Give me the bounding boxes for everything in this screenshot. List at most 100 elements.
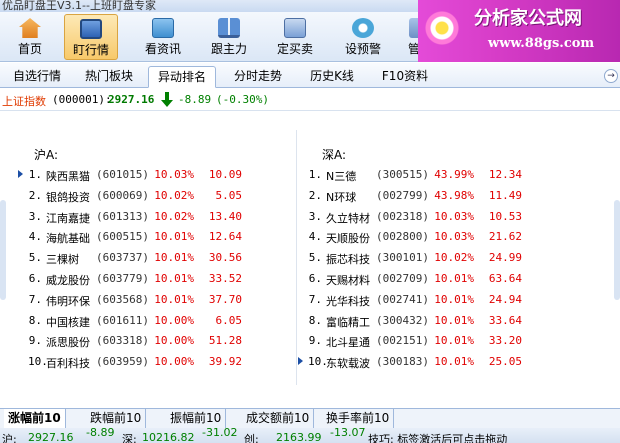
tab-top-amplitude[interactable]: 振幅前10 <box>166 409 227 429</box>
stock-name: N三德 <box>326 170 357 183</box>
row-number: 2. <box>308 188 322 202</box>
stock-code: (002741) <box>376 292 429 306</box>
stock-name: 久立特材 <box>326 211 370 225</box>
sh-table-row[interactable]: 4. 海航基础 (600515) 10.01% 12.64 <box>28 227 258 247</box>
row-number: 6. <box>308 272 322 285</box>
tab-hot-sectors[interactable]: 热门板块 <box>76 66 142 88</box>
row-number: 6. <box>28 272 42 285</box>
window-title: 优品盯盘王V3.1--上班盯盘专家 <box>2 0 156 12</box>
change-pct: 10.01% <box>434 292 474 306</box>
toolbar-alert-button[interactable]: 设预警 <box>336 14 390 60</box>
ranking-tabs: 涨幅前10 跌幅前10 振幅前10 成交额前10 换手率前10 <box>0 408 620 429</box>
tab-f10[interactable]: F10资料 <box>372 66 438 88</box>
sz-table-row[interactable]: 9. 北斗星通 (002151) 10.01% 33.20 <box>308 331 538 351</box>
stock-code: (603318) <box>96 334 149 348</box>
status-sh-change: -8.89 <box>86 428 115 439</box>
tab-kline[interactable]: 历史K线 <box>300 66 364 88</box>
stock-name: 威龙股份 <box>46 274 90 287</box>
tab-top-losers[interactable]: 跌幅前10 <box>86 409 147 429</box>
sz-table-title: 深A: <box>322 148 347 162</box>
trade-icon <box>284 18 306 38</box>
sh-table-row[interactable]: 9. 派思股份 (603318) 10.00% 51.28 <box>28 331 258 351</box>
last-price: 33.64 <box>488 313 522 327</box>
sh-table-row[interactable]: 5. 三棵树 (603737) 10.01% 30.56 <box>28 248 258 268</box>
change-pct: 43.99% <box>434 168 474 181</box>
status-cy-label: 创: <box>244 433 259 443</box>
stock-code: (601015) <box>96 168 149 181</box>
last-price: 25.05 <box>488 355 522 369</box>
toolbar-home-button[interactable]: 首页 <box>4 14 56 60</box>
change-pct: 10.01% <box>154 251 194 265</box>
change-pct: 10.00% <box>154 334 194 348</box>
toolbar-follow-button[interactable]: 跟主力 <box>202 14 256 60</box>
sh-table-row[interactable]: 1. 陕西黑猫 (601015) 10.03% 10.09 <box>28 165 258 185</box>
stock-code: (300515) <box>376 168 429 181</box>
stock-name: 北斗星通 <box>326 336 370 350</box>
sh-table-row[interactable]: 8. 中国核建 (601611) 10.00% 6.05 <box>28 311 258 331</box>
status-bar: 沪: 2927.16 -8.89 深: 10216.82 -31.02 创: 2… <box>0 428 620 443</box>
sh-table-row[interactable]: 10. 百利科技 (603959) 10.00% 39.92 <box>28 352 258 372</box>
index-bar[interactable]: 上证指数 (000001): 2927.16 -8.89 (-0.30%) <box>0 89 620 111</box>
row-number: 8. <box>28 313 42 327</box>
sh-table-row[interactable]: 6. 威龙股份 (603779) 10.01% 33.52 <box>28 269 258 289</box>
last-price: 39.92 <box>208 355 242 369</box>
table-divider <box>296 130 297 385</box>
sz-table-row[interactable]: 6. 天赐材料 (002709) 10.01% 63.64 <box>308 269 538 289</box>
row-number: 1. <box>308 168 322 181</box>
index-name: 上证指数 <box>2 95 46 108</box>
status-tip: 技巧: 标签激活后可点击拖动 <box>368 433 508 443</box>
right-scroll-handle[interactable] <box>614 200 620 300</box>
change-pct: 10.03% <box>154 168 194 181</box>
change-pct: 10.01% <box>154 230 194 244</box>
sz-table-row[interactable]: 2. N环球 (002799) 43.98% 11.49 <box>308 186 538 206</box>
stock-name: 富临精工 <box>326 315 370 329</box>
alarm-icon <box>352 18 374 38</box>
home-icon <box>19 18 41 38</box>
sz-table-row[interactable]: 1. N三德 (300515) 43.99% 12.34 <box>308 165 538 185</box>
change-pct: 10.03% <box>434 230 474 244</box>
stock-name: 三棵树 <box>46 253 79 267</box>
last-price: 63.64 <box>488 272 522 285</box>
change-pct: 10.02% <box>154 188 194 202</box>
stock-code: (601313) <box>96 209 149 223</box>
status-sh-value: 2927.16 <box>28 431 74 443</box>
stock-name: 中国核建 <box>46 315 90 329</box>
tab-watchlist[interactable]: 自选行情 <box>6 66 68 88</box>
tab-movers-rank[interactable]: 异动排名 <box>148 66 216 88</box>
left-scroll-handle[interactable] <box>0 200 6 300</box>
last-price: 10.53 <box>488 209 522 223</box>
toolbar-trade-button[interactable]: 定买卖 <box>268 14 322 60</box>
last-price: 30.56 <box>208 251 242 265</box>
stock-name: 陕西黑猫 <box>46 170 90 183</box>
ad-banner[interactable]: 分析家公式网 www.88gs.com <box>418 0 620 62</box>
tab-top-turnover-rate[interactable]: 换手率前10 <box>322 409 395 429</box>
stock-name: 振芯科技 <box>326 253 370 267</box>
last-price: 24.94 <box>488 292 522 306</box>
sz-table-row[interactable]: 7. 光华科技 (002741) 10.01% 24.94 <box>308 290 538 310</box>
stock-code: (002800) <box>376 230 429 244</box>
status-sh-label: 沪: <box>2 433 17 443</box>
row-pointer-icon <box>18 170 23 178</box>
last-price: 5.05 <box>215 188 243 202</box>
stock-name: 派思股份 <box>46 336 90 350</box>
sh-table-row[interactable]: 3. 江南嘉捷 (601313) 10.02% 13.40 <box>28 207 258 227</box>
tab-top-turnover-value[interactable]: 成交额前10 <box>242 409 315 429</box>
sz-table-row[interactable]: 10. 东软载波 (300183) 10.01% 25.05 <box>308 352 538 372</box>
toolbar-watch-button[interactable]: 盯行情 <box>64 14 118 60</box>
tab-intraday[interactable]: 分时走势 <box>224 66 292 88</box>
sz-table-row[interactable]: 3. 久立特材 (002318) 10.03% 10.53 <box>308 207 538 227</box>
last-price: 11.49 <box>488 188 522 202</box>
row-number: 7. <box>28 292 42 306</box>
stock-name: 伟明环保 <box>46 294 90 308</box>
tabs-scroll-right-icon[interactable]: → <box>604 69 618 83</box>
last-price: 6.05 <box>215 313 243 327</box>
sh-table-row[interactable]: 2. 银鸽投资 (600069) 10.02% 5.05 <box>28 186 258 206</box>
stock-name: 百利科技 <box>46 357 90 371</box>
sz-table-row[interactable]: 4. 天顺股份 (002800) 10.03% 21.62 <box>308 227 538 247</box>
sz-table-row[interactable]: 5. 振芯科技 (300101) 10.02% 24.99 <box>308 248 538 268</box>
toolbar-news-button[interactable]: 看资讯 <box>136 14 190 60</box>
sz-table-row[interactable]: 8. 富临精工 (300432) 10.01% 33.64 <box>308 311 538 331</box>
last-price: 10.09 <box>208 168 242 181</box>
sh-table-row[interactable]: 7. 伟明环保 (603568) 10.01% 37.70 <box>28 290 258 310</box>
tab-top-gainers[interactable]: 涨幅前10 <box>4 409 66 429</box>
